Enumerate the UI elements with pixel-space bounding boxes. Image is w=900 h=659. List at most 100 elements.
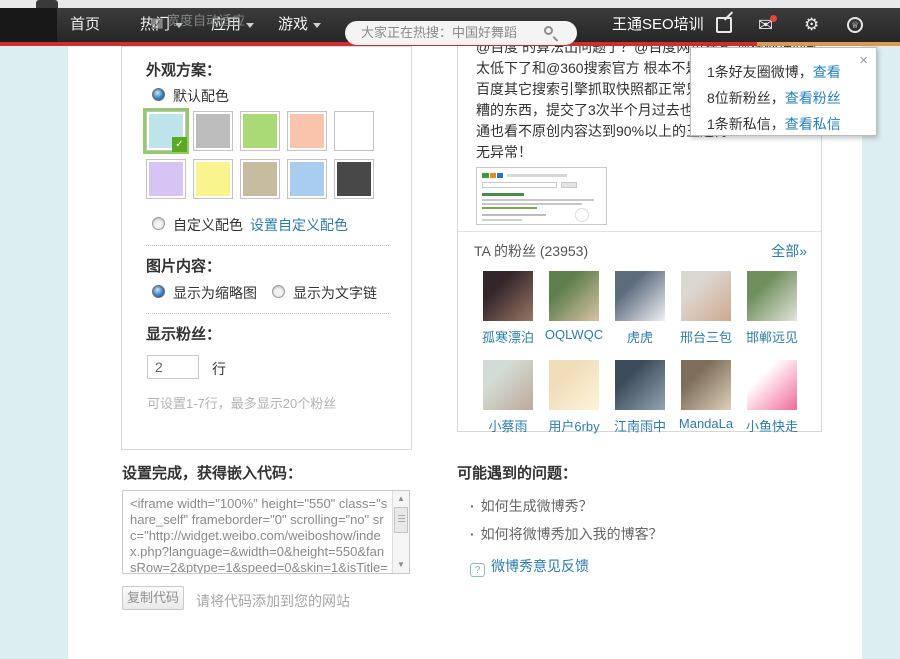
textlink-radio[interactable]	[272, 285, 285, 298]
embed-code-textarea[interactable]: <iframe width="100%" height="550" class=…	[122, 490, 410, 574]
color-swatch[interactable]: ✓	[193, 159, 233, 199]
gear-icon[interactable]: ⚙	[804, 12, 819, 38]
divider	[146, 245, 389, 246]
search-icon[interactable]	[544, 26, 553, 35]
view-fans-link[interactable]: 查看粉丝	[785, 90, 841, 106]
preview-divider	[458, 231, 821, 232]
weibo-logo-area	[0, 8, 57, 42]
color-swatch[interactable]: ✓	[334, 159, 374, 199]
search-input[interactable]: 大家正在热搜：中国好舞蹈	[345, 21, 577, 45]
scroll-down-icon[interactable]: ▼	[393, 558, 409, 572]
custom-scheme-radio[interactable]	[152, 217, 165, 230]
fan-name[interactable]: 虎虎	[607, 327, 673, 346]
question-bubble-icon: ?	[470, 563, 485, 577]
fan-avatar[interactable]	[615, 360, 665, 410]
textlink-radio-label: 显示为文字链	[293, 283, 377, 303]
thumbnail-radio[interactable]	[152, 285, 165, 298]
color-swatch[interactable]: ✓	[240, 111, 280, 151]
copy-code-button[interactable]: 复制代码	[122, 586, 184, 610]
set-custom-scheme-link[interactable]: 设置自定义配色	[250, 215, 348, 235]
show-fans-title: 显示粉丝：	[146, 323, 221, 344]
fan-name[interactable]: 小蔡雨	[475, 416, 541, 435]
nav-item-games[interactable]: 游戏	[278, 8, 321, 42]
embed-code-text: <iframe width="100%" height="550" class=…	[123, 491, 392, 573]
fan-avatar[interactable]	[549, 271, 599, 321]
view-dm-link[interactable]: 查看私信	[785, 116, 841, 132]
fan-name[interactable]: MandaLa	[673, 416, 739, 431]
width-auto-checkbox[interactable]: ✓宽度自动适应	[152, 10, 245, 29]
swatch-grid: ✓ ✓ ✓ ✓ ✓ ✓ ✓ ✓ ✓ ✓	[146, 111, 386, 207]
faq-item-add-to-blog[interactable]: 如何将微博秀加入我的博客？	[470, 524, 663, 544]
search-placeholder: 大家正在热搜：中国好舞蹈	[361, 25, 517, 40]
fan-avatar[interactable]	[483, 360, 533, 410]
fan-card[interactable]: 虎虎	[607, 271, 673, 346]
fans-rows-input[interactable]	[147, 355, 199, 379]
fan-name[interactable]: OQLWQC	[541, 327, 607, 342]
faq-item-generate[interactable]: 如何生成微博秀？	[470, 496, 593, 516]
default-scheme-label: 默认配色	[173, 86, 229, 106]
member-icon[interactable]: ♕	[847, 17, 863, 33]
fan-name[interactable]: 邯郸远见	[739, 327, 805, 346]
color-swatch[interactable]: ✓	[287, 159, 327, 199]
close-icon[interactable]: ×	[859, 52, 868, 69]
mail-icon[interactable]: ✉	[758, 12, 773, 38]
feedback-link[interactable]: ?微博秀意见反馈	[470, 556, 589, 577]
fan-name[interactable]: 江南雨中	[607, 416, 673, 435]
notification-popup: × 1条好友圈微博，查看 8位新粉丝，查看粉丝 1条新私信，查看私信	[690, 47, 877, 136]
color-swatch[interactable]: ✓	[334, 111, 374, 151]
fan-name[interactable]: 小鱼快走	[739, 416, 805, 435]
scrollbar-thumb[interactable]	[394, 507, 408, 533]
fan-card[interactable]: MandaLa	[673, 360, 739, 435]
settings-panel: 外观方案： 默认配色 ✓ ✓ ✓ ✓ ✓ ✓ ✓ ✓ ✓ ✓ 自定义配色 设置自…	[121, 46, 412, 450]
fan-avatar[interactable]	[681, 360, 731, 410]
fan-card[interactable]: 邯郸远见	[739, 271, 805, 346]
left-theme-strip	[0, 46, 68, 659]
image-content-title: 图片内容：	[146, 255, 221, 276]
right-theme-strip	[862, 46, 900, 659]
fan-avatar[interactable]	[549, 360, 599, 410]
compose-icon[interactable]	[716, 17, 732, 33]
fan-name[interactable]: 用户6rby	[541, 416, 607, 435]
fan-avatar[interactable]	[747, 360, 797, 410]
color-swatch[interactable]: ✓	[146, 159, 186, 199]
fan-card[interactable]: 邢台三包	[673, 271, 739, 346]
embed-title: 设置完成，获得嵌入代码：	[122, 462, 302, 483]
faq-title: 可能遇到的问题：	[457, 462, 577, 483]
thumbnail-radio-label: 显示为缩略图	[173, 283, 257, 303]
color-swatch[interactable]: ✓	[240, 159, 280, 199]
fan-name[interactable]: 孤寒漂泊	[475, 327, 541, 346]
divider	[146, 313, 389, 314]
color-swatch[interactable]: ✓	[146, 111, 186, 151]
chevron-down-icon	[313, 23, 321, 28]
custom-scheme-label: 自定义配色	[173, 215, 243, 235]
post-image-thumbnail[interactable]	[476, 167, 607, 225]
fan-avatar[interactable]	[483, 271, 533, 321]
fan-card[interactable]: 用户6rby	[541, 360, 607, 435]
selected-check-icon: ✓	[172, 137, 187, 152]
notification-item: 1条新私信，查看私信	[707, 111, 876, 137]
accent-line-orange	[757, 42, 900, 46]
scroll-up-icon[interactable]: ▲	[393, 492, 409, 506]
default-scheme-radio[interactable]	[152, 88, 165, 101]
color-swatch[interactable]: ✓	[193, 111, 233, 151]
fan-card[interactable]: 孤寒漂泊	[475, 271, 541, 346]
username-link[interactable]: 王通SEO培训	[612, 8, 704, 42]
fan-avatar[interactable]	[747, 271, 797, 321]
fan-card[interactable]: OQLWQC	[541, 271, 607, 346]
nav-item-home[interactable]: 首页	[70, 8, 100, 42]
notification-item: 8位新粉丝，查看粉丝	[707, 85, 876, 111]
fan-card[interactable]: 小鱼快走	[739, 360, 805, 435]
rows-unit-label: 行	[212, 359, 226, 379]
fan-card[interactable]: 江南雨中	[607, 360, 673, 435]
fan-card[interactable]: 小蔡雨	[475, 360, 541, 435]
fan-avatar[interactable]	[681, 271, 731, 321]
fans-all-link[interactable]: 全部»	[771, 241, 807, 261]
fan-avatar[interactable]	[615, 271, 665, 321]
fan-name[interactable]: 邢台三包	[673, 327, 739, 346]
color-swatch[interactable]: ✓	[287, 111, 327, 151]
notification-item: 1条好友圈微博，查看	[707, 59, 876, 85]
top-navbar: 首页 热门 应用 游戏 大家正在热搜：中国好舞蹈 王通SEO培训 ✉ ⚙ ♕	[0, 8, 900, 42]
view-weibo-link[interactable]: 查看	[813, 64, 841, 80]
checkbox-icon: ✓	[152, 18, 163, 29]
scrollbar[interactable]: ▲ ▼	[392, 491, 409, 573]
